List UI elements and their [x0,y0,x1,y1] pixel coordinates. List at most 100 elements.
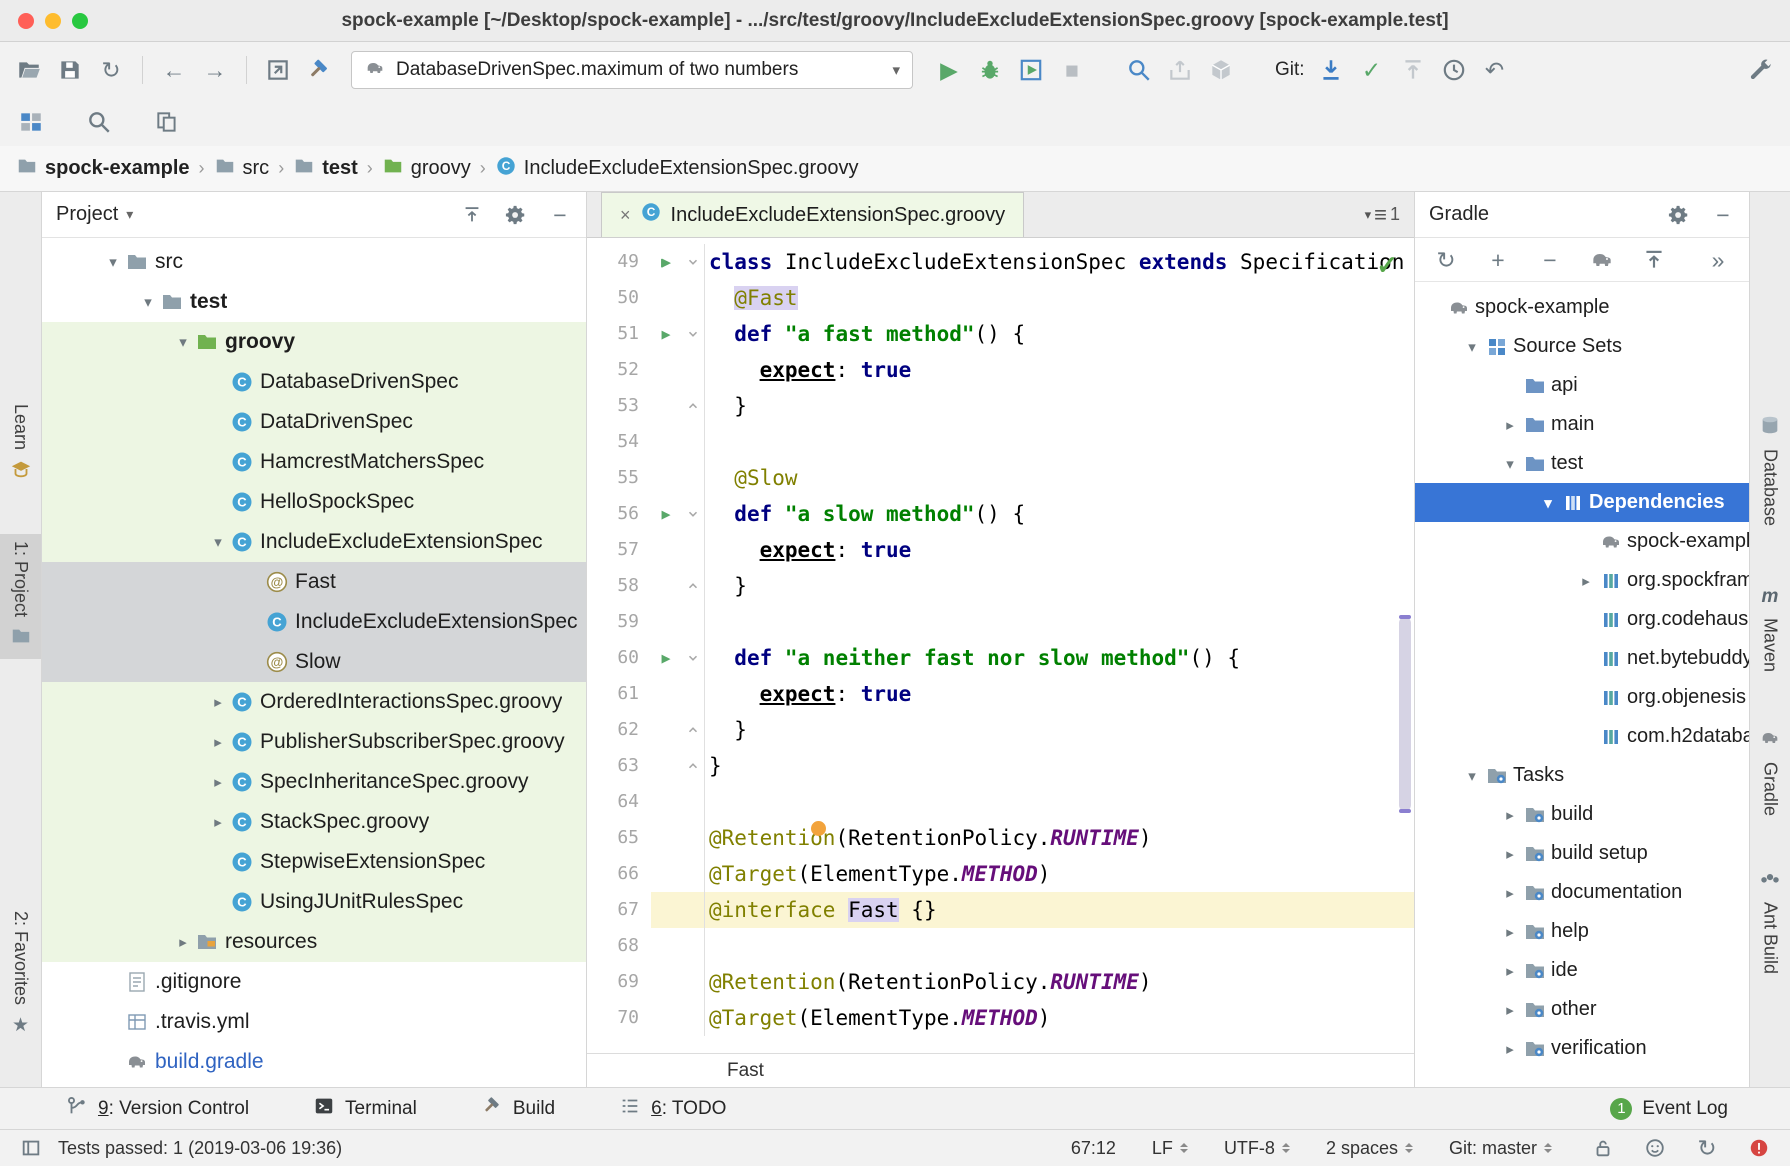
project-tree-item[interactable]: ▸CSpecInheritanceSpec.groovy [42,762,586,802]
project-tree-item[interactable]: ▾src [42,242,586,282]
caret-position[interactable]: 67:12 [1071,1138,1116,1159]
chevron-right-icon[interactable]: ▸ [1497,845,1523,863]
fold-marker-icon[interactable] [681,244,705,280]
close-tab-icon[interactable]: × [620,205,631,226]
lock-icon[interactable] [1588,1133,1618,1163]
code-line[interactable]: 49▶▶class IncludeExcludeExtensionSpec ex… [587,244,1414,280]
gradle-tree-item[interactable]: ▸build setup [1415,834,1749,873]
code-line[interactable]: 66@Target(ElementType.METHOD) [587,856,1414,892]
back-icon[interactable]: ← [159,55,189,85]
sync-icon[interactable]: ↻ [1692,1133,1722,1163]
project-tree-item[interactable]: ▸CStackSpec.groovy [42,802,586,842]
code-line[interactable]: 69@Retention(RetentionPolicy.RUNTIME) [587,964,1414,1000]
breadcrumb-item[interactable]: groovy [382,155,471,183]
fold-marker-icon[interactable] [681,496,705,532]
editor-scrollbar[interactable] [1399,617,1411,811]
gear-icon[interactable] [504,203,528,227]
gradle-tree-item[interactable]: ▸help [1415,912,1749,951]
stop-icon[interactable]: ■ [1057,55,1087,85]
gradle-elephant-icon[interactable] [1587,245,1617,275]
error-dot-icon[interactable] [1744,1133,1774,1163]
project-tree-item[interactable]: @Slow [42,642,586,682]
emoji-icon[interactable] [1640,1133,1670,1163]
indent-widget[interactable]: 2 spaces [1326,1138,1413,1159]
gradle-tree-item[interactable]: org.objenesis [1415,678,1749,717]
code-line[interactable]: 59 [587,604,1414,640]
fold-marker-icon[interactable] [681,712,705,748]
fold-marker-icon[interactable] [681,748,705,784]
gradle-tree-item[interactable]: ▸ide [1415,951,1749,990]
save-icon[interactable] [55,55,85,85]
breadcrumb-item[interactable]: spock-example [16,155,190,183]
gradle-tree-item[interactable]: ▾test [1415,444,1749,483]
tool-window-button-build[interactable]: Build [481,1095,555,1123]
event-log-button[interactable]: 1Event Log [1610,1098,1728,1120]
tool-stripe-button-gradle[interactable]: Gradle [1750,720,1790,823]
code-line[interactable]: 64 [587,784,1414,820]
hammer-icon[interactable] [304,55,334,85]
chevron-down-icon[interactable]: ▾ [1535,494,1561,512]
tool-stripe-button-2-favorites[interactable]: 2: Favorites★ [0,904,41,1046]
chevron-right-icon[interactable]: ▸ [1497,962,1523,980]
tool-stripe-button-learn[interactable]: Learn [0,397,41,492]
collapse-all-icon[interactable] [460,203,484,227]
project-tree-item[interactable]: CStepwiseExtensionSpec [42,842,586,882]
chevron-right-icon[interactable]: ▸ [1497,923,1523,941]
code-line[interactable]: 55 @Slow [587,460,1414,496]
breadcrumb-item[interactable]: src [214,155,270,183]
editor-tab[interactable]: × C IncludeExcludeExtensionSpec.groovy [601,192,1024,237]
project-tree-item[interactable]: .gitignore [42,962,586,1002]
project-tree-item[interactable]: CHelloSpockSpec [42,482,586,522]
git-update-icon[interactable] [1316,55,1346,85]
gradle-tree-item[interactable]: ▸org.spockframework [1415,561,1749,600]
project-tree-item[interactable]: ▾test [42,282,586,322]
minus-icon[interactable]: − [1535,245,1565,275]
project-tree-item[interactable]: ▾groovy [42,322,586,362]
project-tree-item[interactable]: ▸resources [42,922,586,962]
chevron-right-icon[interactable]: ▸ [1497,1040,1523,1058]
code-line[interactable]: 51▶ def "a fast method"() { [587,316,1414,352]
tool-stripe-button-database[interactable]: Database [1750,407,1790,533]
forward-icon[interactable]: → [200,55,230,85]
code-line[interactable]: 52 expect: true [587,352,1414,388]
wrench-icon[interactable] [1746,55,1776,85]
gear-icon[interactable] [1667,203,1691,227]
project-views-icon[interactable] [16,107,46,137]
search-icon[interactable] [84,107,114,137]
chevron-double-icon[interactable]: » [1703,245,1733,275]
code-line[interactable]: 56▶ def "a slow method"() { [587,496,1414,532]
line-ending-widget[interactable]: LF [1152,1138,1188,1159]
minimize-icon[interactable]: − [548,203,572,227]
code-line[interactable]: 68 [587,928,1414,964]
code-line[interactable]: 60▶ def "a neither fast nor slow method"… [587,640,1414,676]
code-line[interactable]: 50 @Fast [587,280,1414,316]
editor-breadcrumb-item[interactable]: Fast [727,1060,764,1082]
chevron-right-icon[interactable]: ▸ [1497,416,1523,434]
plus-icon[interactable]: + [1483,245,1513,275]
project-tree-item[interactable]: @Fast [42,562,586,602]
run-test-icon[interactable]: ▶ [651,316,681,352]
gradle-tree-item[interactable]: ▾Dependencies [1415,483,1749,522]
project-tree-item[interactable]: CIncludeExcludeExtensionSpec [42,602,586,642]
tool-window-button-6-todo[interactable]: 6: TODO [619,1095,726,1123]
code-line[interactable]: 53 } [587,388,1414,424]
chevron-right-icon[interactable]: ▸ [206,773,230,791]
fold-marker-icon[interactable] [681,316,705,352]
sync-icon[interactable]: ↻ [96,55,126,85]
breadcrumb-item[interactable]: CIncludeExcludeExtensionSpec.groovy [495,155,859,183]
code-line[interactable]: 61 expect: true [587,676,1414,712]
breadcrumb-item[interactable]: test [293,155,358,183]
chevron-down-icon[interactable]: ▾ [136,293,160,311]
sync-icon[interactable]: ↻ [1431,245,1461,275]
project-tree-item[interactable]: build.gradle [42,1042,586,1082]
chevron-down-icon[interactable]: ▾ [1459,767,1485,785]
gradle-tree-item[interactable]: spock-example [1415,288,1749,327]
tool-stripe-button-1-project[interactable]: 1: Project [0,534,41,659]
collapse-all-icon[interactable] [1639,245,1669,275]
gradle-tree-item[interactable]: ▸documentation [1415,873,1749,912]
project-tree-item[interactable]: ▾CIncludeExcludeExtensionSpec [42,522,586,562]
gradle-tree-item[interactable]: ▾Tasks [1415,756,1749,795]
project-panel-title[interactable]: Project [56,203,118,226]
code-line[interactable]: 57 expect: true [587,532,1414,568]
gradle-tree-item[interactable]: ▾Source Sets [1415,327,1749,366]
